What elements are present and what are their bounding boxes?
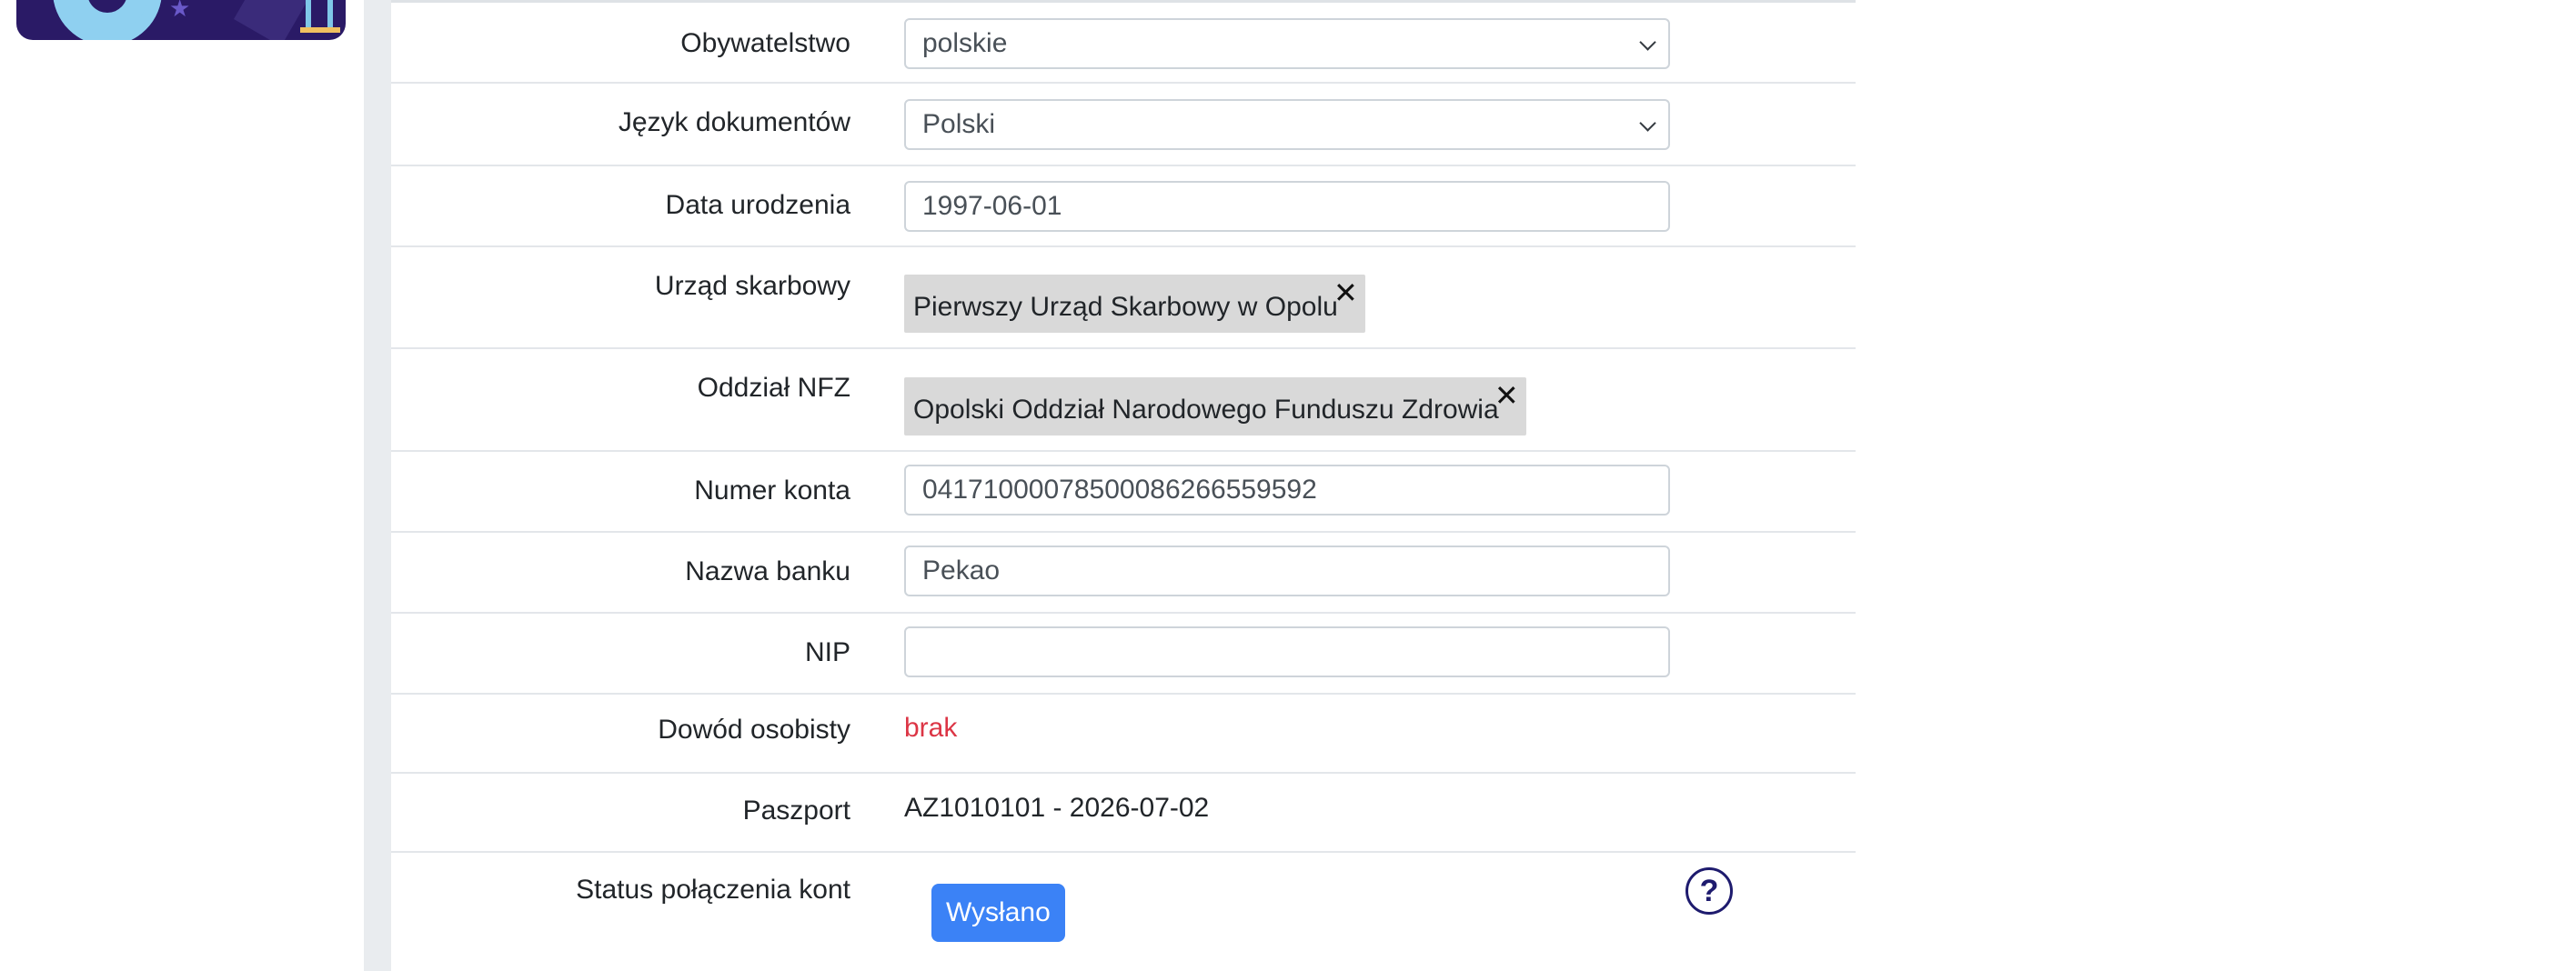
birth-date-input[interactable]: 1997-06-01 bbox=[904, 181, 1670, 232]
documents-language-label: Język dokumentów bbox=[618, 107, 850, 137]
remove-nfz-branch-icon[interactable]: ✕ bbox=[1494, 363, 1519, 428]
employee-form: Obywatelstwo polskie Język dokumentów Po… bbox=[391, 0, 1856, 971]
id-card-label: Dowód osobisty bbox=[658, 715, 850, 745]
account-number-input[interactable]: 04171000078500086266559592 bbox=[904, 465, 1670, 516]
help-icon[interactable]: ? bbox=[1685, 867, 1733, 915]
layout-gutter bbox=[364, 0, 391, 971]
nip-input[interactable] bbox=[904, 626, 1670, 677]
nip-label: NIP bbox=[804, 637, 850, 667]
row-nip: NIP bbox=[391, 614, 1856, 695]
documents-language-select[interactable]: Polski bbox=[904, 99, 1670, 150]
row-account-link-status: Status połączenia kont Wysłano ? bbox=[391, 853, 1856, 971]
row-passport: Paszport AZ1010101 - 2026-07-02 bbox=[391, 774, 1856, 853]
row-account-number: Numer konta 04171000078500086266559592 bbox=[391, 452, 1856, 533]
row-nfz-branch: Oddział NFZ Opolski Oddział Narodowego F… bbox=[391, 349, 1856, 452]
nfz-branch-chip: Opolski Oddział Narodowego Funduszu Zdro… bbox=[904, 377, 1526, 435]
passport-label: Paszport bbox=[742, 796, 850, 826]
tax-office-label: Urząd skarbowy bbox=[654, 271, 850, 301]
row-id-card: Dowód osobisty brak bbox=[391, 695, 1856, 774]
citizenship-label: Obywatelstwo bbox=[680, 28, 850, 58]
passport-value: AZ1010101 - 2026-07-02 bbox=[904, 793, 1210, 823]
bank-name-input[interactable]: Pekao bbox=[904, 546, 1670, 596]
row-bank-name: Nazwa banku Pekao bbox=[391, 533, 1856, 614]
nfz-branch-label: Oddział NFZ bbox=[697, 373, 850, 403]
row-tax-office: Urząd skarbowy Pierwszy Urząd Skarbowy w… bbox=[391, 247, 1856, 349]
row-documents-language: Język dokumentów Polski bbox=[391, 84, 1856, 166]
star-icon: ★ bbox=[169, 0, 191, 22]
account-link-status-label: Status połączenia kont bbox=[576, 875, 850, 905]
easel-icon bbox=[300, 0, 340, 36]
id-card-value: brak bbox=[904, 713, 958, 743]
sidebar-banner: ★ bbox=[16, 0, 346, 40]
page: ★ Obywatelstwo polskie Język dokumentów … bbox=[0, 0, 2576, 971]
account-number-label: Numer konta bbox=[694, 475, 850, 506]
status-sent-button[interactable]: Wysłano bbox=[931, 884, 1065, 942]
tax-office-chip: Pierwszy Urząd Skarbowy w Opolu ✕ bbox=[904, 275, 1365, 333]
remove-tax-office-icon[interactable]: ✕ bbox=[1333, 260, 1358, 325]
birth-date-label: Data urodzenia bbox=[665, 190, 850, 220]
citizenship-select[interactable]: polskie bbox=[904, 18, 1670, 69]
row-birth-date: Data urodzenia 1997-06-01 bbox=[391, 166, 1856, 247]
row-citizenship: Obywatelstwo polskie bbox=[391, 3, 1856, 84]
bank-name-label: Nazwa banku bbox=[685, 556, 850, 586]
